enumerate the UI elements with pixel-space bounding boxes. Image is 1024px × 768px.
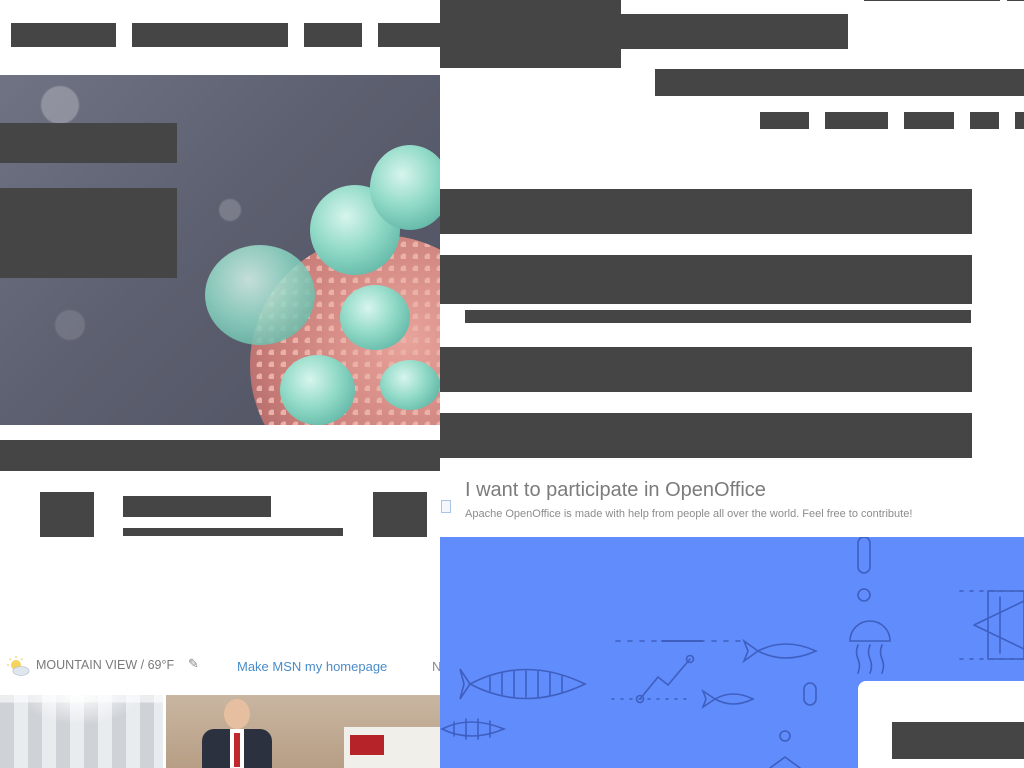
participate-heading[interactable]: I want to participate in OpenOffice [465, 479, 766, 502]
hero-image[interactable] [0, 75, 440, 425]
section-bar [0, 440, 440, 471]
carousel-next-button[interactable] [373, 492, 427, 537]
partly-sunny-icon[interactable] [6, 655, 30, 677]
header-title-block [621, 14, 848, 49]
trend-line-icon [635, 654, 695, 704]
top-link-5[interactable] [1015, 112, 1024, 129]
header-logo-block[interactable] [440, 0, 621, 68]
top-link-1[interactable] [760, 112, 809, 129]
make-homepage-link[interactable]: Make MSN my homepage [237, 659, 387, 674]
person-head [224, 699, 250, 729]
hero-headline [0, 123, 177, 163]
search-bar[interactable] [655, 69, 1024, 96]
pencil-icon[interactable]: ✎ [188, 656, 199, 672]
content-subtext [465, 310, 971, 323]
document-icon [441, 500, 451, 513]
light-glare [20, 695, 140, 725]
nav-item-2[interactable] [132, 23, 288, 47]
virus-spike [370, 145, 440, 230]
carousel-prev-button[interactable] [40, 492, 94, 537]
content-heading-3[interactable] [440, 347, 972, 392]
news-thumbnail-speaker[interactable] [166, 695, 440, 768]
top-link-4[interactable] [970, 112, 999, 129]
content-heading-2[interactable] [440, 255, 972, 304]
nav-item-3[interactable] [304, 23, 362, 47]
person-tie [234, 733, 240, 767]
fish-icon [701, 688, 755, 710]
fish-icon [742, 638, 818, 664]
virus-spike [380, 360, 440, 410]
news-thumbnail-factory[interactable] [0, 695, 163, 768]
weather-strip: MOUNTAIN VIEW / 69°F ✎ Make MSN my homep… [0, 652, 441, 682]
virus-spike [340, 285, 410, 350]
hero-caption [0, 188, 177, 278]
virus-spike [205, 245, 315, 345]
top-link-3[interactable] [904, 112, 954, 129]
content-heading-4[interactable] [440, 413, 972, 458]
virus-spike [280, 355, 355, 425]
nav-item-4[interactable] [378, 23, 440, 47]
content-heading-1[interactable] [440, 189, 972, 234]
participate-description: Apache OpenOffice is made with help from… [465, 508, 913, 520]
top-link-2[interactable] [825, 112, 888, 129]
banner-card-button[interactable] [892, 722, 1024, 759]
sign-logo [350, 735, 384, 755]
fish-icon [459, 668, 587, 700]
jellyfish-icon [849, 620, 891, 674]
nav-item-1[interactable] [11, 23, 116, 47]
top-rule [864, 0, 1000, 1]
carousel-title [123, 496, 271, 517]
carousel-subtitle [123, 528, 343, 536]
fish-icon [973, 590, 1024, 660]
top-rule [1007, 0, 1024, 1]
fish-icon [440, 718, 507, 740]
weather-location-temp[interactable]: MOUNTAIN VIEW / 69°F [36, 658, 174, 672]
